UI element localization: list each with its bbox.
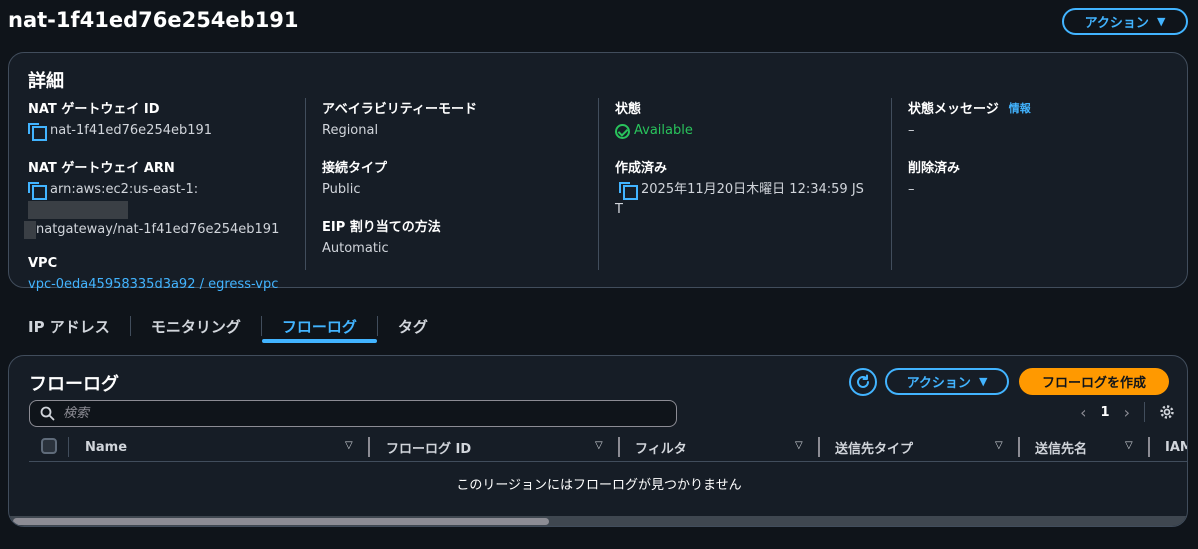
connection-type-label: 接続タイプ xyxy=(322,161,388,176)
flow-logs-panel: フローログ アクション ▼ フローログを作成 ‹ 1 › Name ▽ フロ xyxy=(8,355,1188,527)
deleted-label: 削除済み xyxy=(908,161,961,176)
flow-logs-title: フローログ xyxy=(29,374,119,395)
created-label: 作成済み xyxy=(615,161,668,176)
tab-bar: IP アドレス モニタリング フローログ タグ xyxy=(8,310,448,343)
copy-icon[interactable] xyxy=(28,181,47,200)
redacted-block xyxy=(28,200,128,219)
horizontal-scrollbar[interactable] xyxy=(9,516,1187,526)
copy-icon[interactable] xyxy=(619,181,638,200)
state-message-label: 状態メッセージ xyxy=(908,102,999,117)
tab-monitoring[interactable]: モニタリング xyxy=(131,310,261,342)
arn-label: NAT ゲートウェイ ARN xyxy=(28,161,175,176)
sort-down-icon[interactable]: ▽ xyxy=(595,440,603,451)
arn-line-2: natgateway/nat-1f41ed76e254eb191 xyxy=(36,222,280,237)
arn-line-1: arn:aws:ec2:us-east-1: xyxy=(50,182,199,197)
eip-method-value: Automatic xyxy=(322,241,389,256)
nat-id-value: nat-1f41ed76e254eb191 xyxy=(50,123,213,138)
empty-state-message: このリージョンにはフローログが見つかりません xyxy=(456,478,742,493)
created-line-2: T xyxy=(615,202,623,217)
header-actions-label: アクション xyxy=(1084,16,1149,31)
details-col-4: 状態メッセージ 情報 – 削除済み – xyxy=(908,98,1178,316)
column-separator[interactable] xyxy=(368,437,370,457)
search-icon xyxy=(40,406,55,421)
pagination: ‹ 1 › xyxy=(1080,402,1175,422)
select-all-checkbox[interactable] xyxy=(41,438,57,454)
scrollbar-thumb[interactable] xyxy=(13,518,549,525)
column-separator xyxy=(68,437,69,457)
chevron-right-icon[interactable]: › xyxy=(1124,403,1130,422)
column-separator[interactable] xyxy=(618,437,620,457)
sort-down-icon[interactable]: ▽ xyxy=(1125,440,1133,451)
column-header-destination-type[interactable]: 送信先タイプ xyxy=(835,434,913,460)
column-header-filter[interactable]: フィルタ xyxy=(635,434,687,460)
connection-type-value: Public xyxy=(322,182,361,197)
tab-flow-logs[interactable]: フローログ xyxy=(261,310,377,343)
details-col-3: 状態 Available 作成済み 2025年11月20日木曜日 12:34:5… xyxy=(615,98,885,316)
tab-tags[interactable]: タグ xyxy=(378,310,448,342)
state-value: Available xyxy=(634,123,693,138)
tab-ip-addresses[interactable]: IP アドレス xyxy=(8,310,130,342)
vpc-link[interactable]: vpc-0eda45958335d3a92 / egress-vpc xyxy=(28,275,298,295)
sort-down-icon[interactable]: ▽ xyxy=(995,440,1003,451)
vpc-label: VPC xyxy=(28,256,58,271)
sort-down-icon[interactable]: ▽ xyxy=(345,440,353,451)
caret-down-icon: ▼ xyxy=(978,375,988,388)
chevron-left-icon[interactable]: ‹ xyxy=(1080,403,1086,422)
page-title: nat-1f41ed76e254eb191 xyxy=(8,8,299,32)
column-header-destination-name[interactable]: 送信先名 xyxy=(1035,434,1087,460)
header-actions-button[interactable]: アクション ▼ xyxy=(1062,8,1188,35)
deleted-value: – xyxy=(908,182,915,197)
state-label: 状態 xyxy=(615,102,642,117)
check-circle-icon xyxy=(615,123,630,139)
details-col-1: NAT ゲートウェイ ID nat-1f41ed76e254eb191 NAT … xyxy=(24,98,298,316)
state-message-value: – xyxy=(908,123,915,138)
info-link[interactable]: 情報 xyxy=(1009,100,1031,116)
details-panel: 詳細 NAT ゲートウェイ ID nat-1f41ed76e254eb191 N… xyxy=(8,52,1188,292)
column-divider xyxy=(598,98,599,270)
caret-down-icon: ▼ xyxy=(1156,15,1166,28)
column-divider xyxy=(305,98,306,270)
column-header-name[interactable]: Name xyxy=(85,434,127,460)
redacted-block xyxy=(24,220,36,239)
created-line-1: 2025年11月20日木曜日 12:34:59 JS xyxy=(641,182,864,197)
refresh-icon xyxy=(857,374,869,388)
table-header: Name ▽ フローログ ID ▽ フィルタ ▽ 送信先タイプ ▽ 送信先名 ▽… xyxy=(29,434,1187,462)
details-title: 詳細 xyxy=(28,71,64,92)
column-header-iam[interactable]: IAM xyxy=(1165,434,1187,460)
az-mode-value: Regional xyxy=(322,123,379,138)
details-col-2: アベイラビリティーモード Regional 接続タイプ Public EIP 割… xyxy=(322,98,592,316)
column-separator[interactable] xyxy=(1148,437,1150,457)
column-header-flow-log-id[interactable]: フローログ ID xyxy=(386,434,471,460)
flow-logs-actions-button[interactable]: アクション ▼ xyxy=(885,368,1009,395)
az-mode-label: アベイラビリティーモード xyxy=(322,102,477,117)
flow-logs-actions-label: アクション xyxy=(906,376,971,391)
eip-method-label: EIP 割り当ての方法 xyxy=(322,220,441,235)
create-flow-log-button[interactable]: フローログを作成 xyxy=(1019,368,1169,395)
pager-separator xyxy=(1144,402,1145,422)
refresh-button[interactable] xyxy=(849,368,877,396)
nat-id-label: NAT ゲートウェイ ID xyxy=(28,102,160,117)
search-input[interactable] xyxy=(63,406,663,421)
page-number[interactable]: 1 xyxy=(1101,405,1110,420)
sort-down-icon[interactable]: ▽ xyxy=(795,440,803,451)
gear-icon[interactable] xyxy=(1159,404,1175,420)
column-separator[interactable] xyxy=(1018,437,1020,457)
copy-icon[interactable] xyxy=(28,122,47,141)
column-separator[interactable] xyxy=(818,437,820,457)
search-box xyxy=(29,400,677,427)
column-divider xyxy=(891,98,892,270)
